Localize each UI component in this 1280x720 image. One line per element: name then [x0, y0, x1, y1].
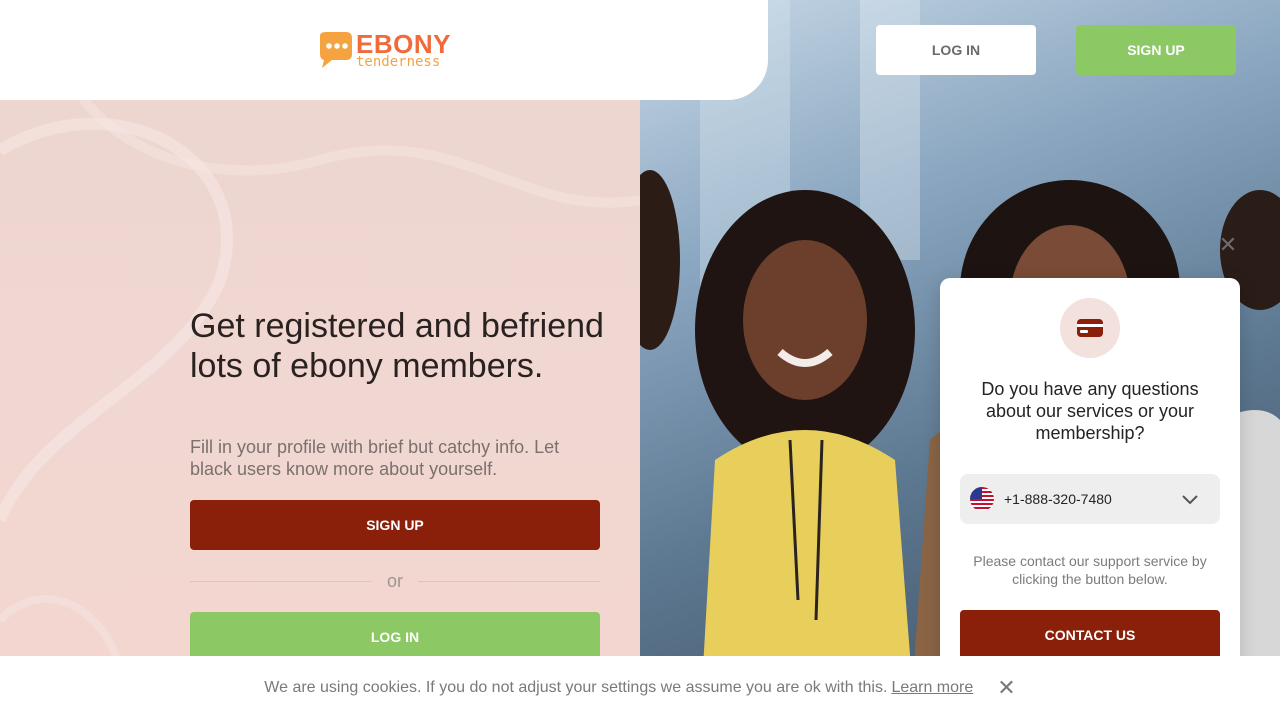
cookie-text: We are using cookies. If you do not adju… — [264, 679, 888, 696]
phone-number-text: +1-888-320-7480 — [1004, 491, 1112, 507]
or-text: or — [386, 570, 403, 591]
widget-note: Please contact our support service by cl… — [973, 553, 1207, 587]
support-widget: Do you have any questions about our serv… — [940, 278, 1240, 680]
learn-more-link[interactable]: Learn more — [891, 679, 973, 697]
phone-number-select[interactable]: +1-888-320-7480 — [960, 474, 1220, 524]
hero-subtitle: Fill in your profile with brief but catc… — [190, 437, 560, 479]
header-signup-button[interactable]: SIGN UP — [1076, 25, 1236, 75]
hero-title: Get registered and befriend lots of ebon… — [190, 307, 604, 385]
hero-signup-button[interactable]: SIGN UP — [190, 500, 600, 550]
chat-bubble-logo-icon — [316, 30, 354, 70]
header-bar: EBONY tenderness — [0, 0, 768, 100]
divider-line-right — [418, 580, 600, 582]
header-login-button[interactable]: LOG IN — [876, 25, 1036, 75]
credit-card-icon — [1060, 298, 1120, 358]
or-divider: or — [190, 568, 600, 594]
widget-title: Do you have any questions about our serv… — [981, 379, 1199, 443]
hero-login-button[interactable]: LOG IN — [190, 612, 600, 662]
logo-sub-text: tenderness — [356, 54, 441, 70]
site-logo[interactable]: EBONY tenderness — [316, 28, 456, 72]
cookie-bar: We are using cookies. If you do not adju… — [0, 656, 1280, 720]
chevron-down-icon — [1182, 495, 1198, 505]
widget-close-icon[interactable]: ✕ — [1216, 232, 1240, 257]
cookie-close-icon[interactable]: ✕ — [997, 675, 1015, 701]
us-flag-icon — [970, 487, 994, 511]
contact-us-button[interactable]: CONTACT US — [960, 610, 1220, 660]
logo-text: EBONY tenderness — [356, 31, 451, 69]
divider-line-left — [190, 580, 372, 582]
